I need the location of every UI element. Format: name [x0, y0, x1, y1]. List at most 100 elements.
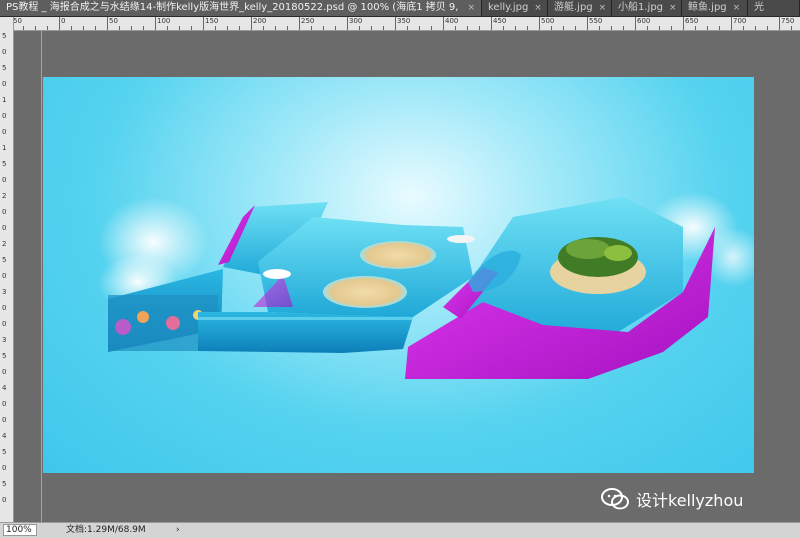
ruler-left-label: 5 [2, 448, 7, 456]
document-tab-bar: PS教程 _ 海报合成之与水结缘14-制作kelly版海世界_kelly_201… [0, 0, 800, 17]
zoom-level-field[interactable]: 100% [3, 524, 37, 536]
vertical-ruler[interactable]: 5 0 5 0 1 0 0 1 5 0 2 0 0 2 5 0 3 0 0 3 5 0 4 0 0 4 5 0 5 0 [0, 17, 14, 522]
ruler-tick [131, 26, 132, 30]
ruler-tick [179, 26, 180, 30]
ruler-tick [659, 26, 660, 30]
wechat-icon [601, 488, 629, 510]
ruler-tick [623, 26, 624, 30]
ruler-tick [47, 26, 48, 30]
ruler-left-label: 0 [2, 128, 7, 136]
ruler-top-label: 150 [205, 17, 219, 25]
ruler-left-label: 5 [2, 352, 7, 360]
status-menu-arrow[interactable]: › [176, 524, 180, 537]
ruler-top-label: 350 [397, 17, 411, 25]
ruler-tick [263, 26, 264, 30]
ruler-top-label: 550 [589, 17, 603, 25]
ruler-tick [395, 17, 396, 30]
ruler-tick [359, 26, 360, 30]
ruler-top-label: 450 [493, 17, 507, 25]
ruler-tick [575, 26, 576, 30]
ruler-tick [731, 17, 732, 30]
ruler-tick [479, 26, 480, 30]
tab-close-icon[interactable]: × [669, 0, 677, 16]
ruler-left-label: 0 [2, 48, 7, 56]
document-canvas[interactable] [43, 77, 754, 473]
ruler-tick [71, 26, 72, 30]
tab-yacht-jpg[interactable]: 游艇.jpg × [548, 0, 612, 16]
ruler-tick [647, 26, 648, 30]
ruler-tick [59, 17, 60, 30]
ruler-tick [551, 26, 552, 30]
ruler-left-label: 0 [2, 176, 7, 184]
tab-psd-document[interactable]: PS教程 _ 海报合成之与水结缘14-制作kelly版海世界_kelly_201… [0, 0, 482, 16]
ruler-tick [323, 26, 324, 30]
ruler-tick [215, 26, 216, 30]
ruler-top-label: 500 [541, 17, 555, 25]
ruler-left-label: 0 [2, 368, 7, 376]
ruler-top-label: 700 [733, 17, 747, 25]
ruler-tick [563, 26, 564, 30]
ruler-tick [251, 17, 252, 30]
ruler-tick [95, 26, 96, 30]
ruler-tick [671, 26, 672, 30]
ruler-left-label: 5 [2, 64, 7, 72]
horizontal-ruler[interactable]: 50 0 50 100 150 200 250 300 350 400 450 500 550 600 65… [13, 17, 800, 31]
ruler-tick [419, 26, 420, 30]
ruler-tick [719, 26, 720, 30]
ruler-left-label: 3 [2, 288, 7, 296]
ruler-tick [515, 26, 516, 30]
ruler-left-label: 0 [2, 80, 7, 88]
tab-label: kelly.jpg [488, 2, 529, 13]
ruler-tick [107, 17, 108, 30]
tab-close-icon[interactable]: × [733, 0, 741, 16]
ruler-tick [119, 26, 120, 30]
ruler-left-label: 0 [2, 208, 7, 216]
ruler-tick [239, 26, 240, 30]
ruler-tick [755, 26, 756, 30]
ruler-tick [683, 17, 684, 30]
ruler-left-label: 5 [2, 32, 7, 40]
tab-close-icon[interactable]: × [467, 0, 475, 16]
ruler-tick [791, 26, 792, 30]
ruler-top-label: 100 [157, 17, 171, 25]
guide-line[interactable] [41, 31, 42, 522]
tab-light[interactable]: 光 [748, 0, 800, 16]
tab-label: 游艇.jpg [554, 2, 593, 13]
ruler-tick [311, 26, 312, 30]
ruler-top-label: 50 [13, 17, 22, 25]
ruler-left-label: 5 [2, 256, 7, 264]
ruler-tick [83, 26, 84, 30]
tab-label: PS教程 _ 海报合成之与水结缘14-制作kelly版海世界_kelly_201… [6, 2, 461, 13]
tab-close-icon[interactable]: × [534, 0, 542, 16]
tab-label: 小船1.jpg [618, 2, 664, 13]
ruler-left-label: 2 [2, 240, 7, 248]
ruler-left-label: 0 [2, 304, 7, 312]
tab-close-icon[interactable]: × [599, 0, 607, 16]
ruler-tick [539, 17, 540, 30]
ruler-left-label: 1 [2, 144, 7, 152]
tab-boat-jpg[interactable]: 小船1.jpg × [612, 0, 682, 16]
ruler-left-label: 0 [2, 400, 7, 408]
watermark: 设计kellyzhou [600, 486, 743, 512]
ruler-tick [275, 26, 276, 30]
ruler-left-label: 0 [2, 320, 7, 328]
ruler-tick [695, 26, 696, 30]
ruler-tick [779, 17, 780, 30]
watermark-text: 设计kellyzhou [636, 491, 744, 510]
ruler-tick [155, 17, 156, 30]
ruler-tick [371, 26, 372, 30]
ruler-top-label: 400 [445, 17, 459, 25]
ruler-tick [587, 17, 588, 30]
ruler-left-label: 0 [2, 112, 7, 120]
document-info: 文档:1.29M/68.9M [66, 525, 146, 535]
ruler-top-label: 250 [301, 17, 315, 25]
artwork [98, 192, 754, 379]
ruler-tick [707, 26, 708, 30]
ruler-tick [491, 17, 492, 30]
ruler-left-label: 0 [2, 464, 7, 472]
ruler-left-label: 5 [2, 480, 7, 488]
ruler-tick [347, 17, 348, 30]
tab-whale-jpg[interactable]: 鲸鱼.jpg × [682, 0, 748, 16]
ruler-left-label: 0 [2, 224, 7, 232]
tab-kelly-jpg[interactable]: kelly.jpg × [482, 0, 548, 16]
